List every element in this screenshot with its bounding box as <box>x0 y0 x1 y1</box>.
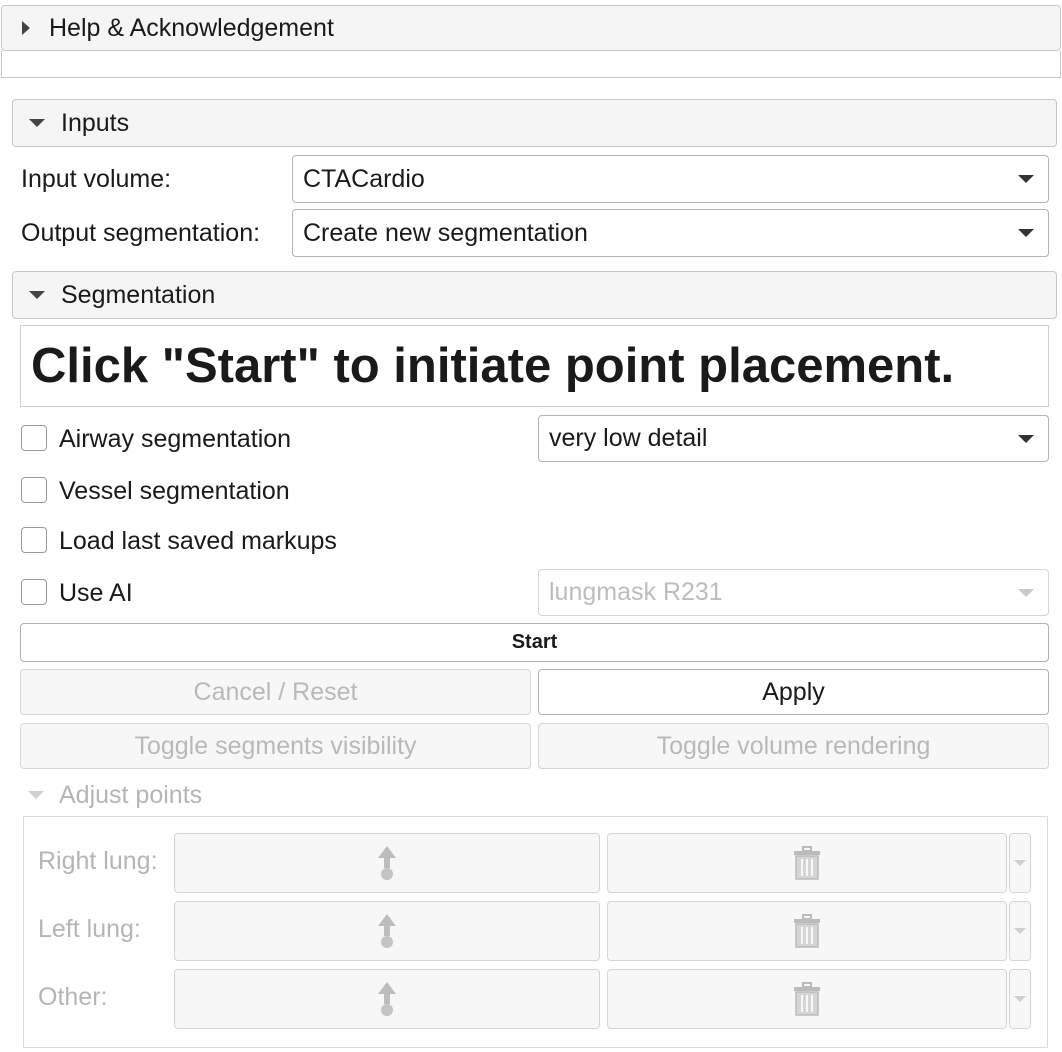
place-point-icon <box>378 914 396 948</box>
help-section-header[interactable]: Help & Acknowledgement <box>1 5 1061 51</box>
input-volume-select[interactable]: CTACardio <box>292 155 1049 203</box>
trash-icon <box>794 914 820 948</box>
output-segmentation-value: Create new segmentation <box>303 218 588 247</box>
collapse-down-icon <box>28 791 44 799</box>
airway-segmentation-checkbox[interactable] <box>21 425 47 451</box>
start-button[interactable]: Start <box>20 623 1049 662</box>
airway-detail-select[interactable]: very low detail <box>538 415 1049 462</box>
other-menu-button[interactable] <box>1009 969 1031 1029</box>
collapse-right-icon <box>22 21 30 35</box>
other-place-button[interactable] <box>174 969 600 1029</box>
chevron-down-icon <box>1018 434 1034 443</box>
inputs-section-header[interactable]: Inputs <box>12 99 1057 147</box>
toggle-segments-label: Toggle segments visibility <box>134 731 417 760</box>
left-lung-place-button[interactable] <box>174 901 600 961</box>
toggle-volume-label: Toggle volume rendering <box>656 731 931 760</box>
chevron-down-icon <box>1018 229 1034 237</box>
load-markups-label[interactable]: Load last saved markups <box>59 518 337 564</box>
ai-model-value: lungmask R231 <box>549 578 723 606</box>
other-delete-button[interactable] <box>607 969 1007 1029</box>
place-point-icon <box>378 846 396 880</box>
collapse-down-icon <box>29 291 45 299</box>
input-volume-label: Input volume: <box>21 164 172 193</box>
instruction-banner: Click "Start" to initiate point placemen… <box>20 325 1049 407</box>
cancel-reset-button[interactable]: Cancel / Reset <box>20 669 531 715</box>
apply-button[interactable]: Apply <box>538 669 1049 715</box>
vessel-segmentation-checkbox[interactable] <box>21 477 47 503</box>
output-segmentation-select[interactable]: Create new segmentation <box>292 209 1049 257</box>
airway-segmentation-label[interactable]: Airway segmentation <box>59 416 291 462</box>
trash-icon <box>794 982 820 1016</box>
trash-icon <box>794 846 820 880</box>
chevron-down-icon <box>1018 588 1034 597</box>
help-content-area <box>1 51 1061 78</box>
collapse-down-icon <box>29 119 45 127</box>
inputs-section-title: Inputs <box>61 108 130 137</box>
chevron-down-icon <box>1014 928 1026 934</box>
chevron-down-icon <box>1018 175 1034 183</box>
place-point-icon <box>378 982 396 1016</box>
right-lung-delete-button[interactable] <box>607 833 1007 893</box>
chevron-down-icon <box>1014 996 1026 1002</box>
right-lung-place-button[interactable] <box>174 833 600 893</box>
other-label: Other: <box>38 982 108 1011</box>
ai-model-select[interactable]: lungmask R231 <box>538 569 1049 616</box>
load-markups-checkbox[interactable] <box>21 527 47 553</box>
right-lung-menu-button[interactable] <box>1009 833 1031 893</box>
airway-detail-value: very low detail <box>549 424 708 452</box>
cancel-reset-label: Cancel / Reset <box>193 677 358 706</box>
help-section-title: Help & Acknowledgement <box>49 13 334 42</box>
output-segmentation-label: Output segmentation: <box>21 218 261 247</box>
segmentation-section-title: Segmentation <box>61 280 216 309</box>
right-lung-label: Right lung: <box>38 846 158 875</box>
left-lung-delete-button[interactable] <box>607 901 1007 961</box>
segmentation-section-header[interactable]: Segmentation <box>12 271 1057 319</box>
left-lung-label: Left lung: <box>38 914 141 943</box>
adjust-points-header[interactable]: Adjust points <box>28 778 202 812</box>
input-volume-value: CTACardio <box>303 164 425 193</box>
toggle-volume-rendering-button[interactable]: Toggle volume rendering <box>538 723 1049 769</box>
use-ai-checkbox[interactable] <box>21 579 47 605</box>
use-ai-label[interactable]: Use AI <box>59 570 133 616</box>
left-lung-menu-button[interactable] <box>1009 901 1031 961</box>
start-button-label: Start <box>511 631 558 653</box>
chevron-down-icon <box>1014 860 1026 866</box>
apply-label: Apply <box>762 677 825 706</box>
toggle-segments-visibility-button[interactable]: Toggle segments visibility <box>20 723 531 769</box>
vessel-segmentation-label[interactable]: Vessel segmentation <box>59 468 290 514</box>
adjust-points-title: Adjust points <box>59 780 203 809</box>
